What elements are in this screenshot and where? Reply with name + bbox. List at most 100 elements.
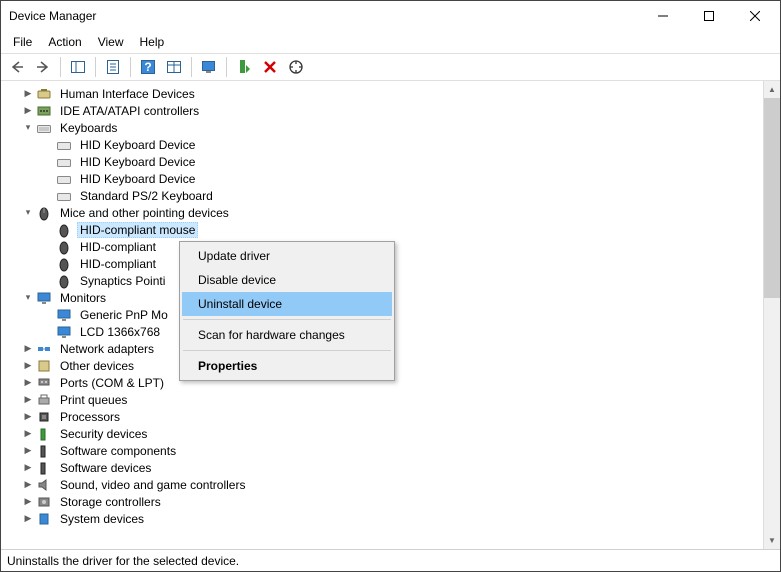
close-button[interactable] — [732, 1, 778, 31]
device-mouse-selected[interactable]: HID-compliant mouse — [1, 221, 763, 238]
collapse-icon[interactable]: ▾ — [21, 122, 35, 133]
expand-icon[interactable]: ▶ — [21, 394, 35, 405]
menubar: File Action View Help — [1, 31, 780, 53]
mouse-icon — [55, 239, 73, 255]
minimize-button[interactable] — [640, 1, 686, 31]
scroll-down-icon[interactable]: ▼ — [764, 532, 780, 549]
toolbar-separator — [95, 57, 96, 77]
device-label: Generic PnP Mo — [77, 307, 171, 323]
collapse-icon[interactable]: ▾ — [21, 207, 35, 218]
category-system[interactable]: ▶ System devices — [1, 510, 763, 527]
category-label: Print queues — [57, 392, 130, 408]
forward-button[interactable] — [31, 55, 55, 79]
keyboard-icon — [55, 154, 73, 170]
expand-icon[interactable]: ▶ — [21, 513, 35, 524]
status-text: Uninstalls the driver for the selected d… — [7, 554, 239, 568]
context-scan-hardware[interactable]: Scan for hardware changes — [182, 323, 392, 347]
category-storage[interactable]: ▶Storage controllers — [1, 493, 763, 510]
device-label: HID-compliant — [77, 256, 159, 272]
device-keyboard[interactable]: Standard PS/2 Keyboard — [1, 187, 763, 204]
device-label: HID Keyboard Device — [77, 171, 198, 187]
category-label: Human Interface Devices — [57, 86, 198, 102]
toolbar-separator — [191, 57, 192, 77]
context-separator — [183, 350, 391, 351]
titlebar: Device Manager — [1, 1, 780, 31]
close-icon — [750, 11, 760, 21]
category-label: Other devices — [57, 358, 137, 374]
scan-hardware-button[interactable] — [284, 55, 308, 79]
category-ide[interactable]: ▶ IDE ATA/ATAPI controllers — [1, 102, 763, 119]
context-menu: Update driver Disable device Uninstall d… — [179, 241, 395, 381]
svg-text:?: ? — [144, 60, 151, 74]
back-button[interactable] — [5, 55, 29, 79]
vertical-scrollbar[interactable]: ▲ ▼ — [763, 81, 780, 549]
category-label: Security devices — [57, 426, 150, 442]
menu-help[interactable]: Help — [132, 33, 173, 51]
category-label: Network adapters — [57, 341, 157, 357]
context-uninstall-device[interactable]: Uninstall device — [182, 292, 392, 316]
help-button[interactable]: ? — [136, 55, 160, 79]
category-sound[interactable]: ▶Sound, video and game controllers — [1, 476, 763, 493]
expand-icon[interactable]: ▶ — [21, 496, 35, 507]
keyboard-icon — [35, 120, 53, 136]
context-properties[interactable]: Properties — [182, 354, 392, 378]
maximize-icon — [704, 11, 714, 21]
other-icon — [35, 358, 53, 374]
update-driver-button[interactable] — [197, 55, 221, 79]
scrollbar-thumb[interactable] — [764, 98, 780, 298]
collapse-icon[interactable]: ▾ — [21, 292, 35, 303]
forward-arrow-icon — [35, 59, 51, 75]
context-disable-device[interactable]: Disable device — [182, 268, 392, 292]
category-keyboards[interactable]: ▾ Keyboards — [1, 119, 763, 136]
device-label: HID-compliant mouse — [77, 222, 198, 238]
device-keyboard[interactable]: HID Keyboard Device — [1, 153, 763, 170]
enable-device-button[interactable] — [232, 55, 256, 79]
category-label: Software devices — [57, 460, 154, 476]
menu-view[interactable]: View — [90, 33, 132, 51]
keyboard-icon — [55, 171, 73, 187]
menu-file[interactable]: File — [5, 33, 40, 51]
expand-icon[interactable]: ▶ — [21, 411, 35, 422]
expand-icon[interactable]: ▶ — [21, 479, 35, 490]
category-label: Keyboards — [57, 120, 120, 136]
uninstall-device-button[interactable] — [258, 55, 282, 79]
expand-icon[interactable]: ▶ — [21, 105, 35, 116]
expand-icon[interactable]: ▶ — [21, 428, 35, 439]
minimize-icon — [658, 11, 668, 21]
expand-icon[interactable]: ▶ — [21, 445, 35, 456]
help-icon: ? — [140, 59, 156, 75]
menu-action[interactable]: Action — [40, 33, 89, 51]
expand-icon[interactable]: ▶ — [21, 377, 35, 388]
monitor-update-icon — [201, 59, 217, 75]
context-update-driver[interactable]: Update driver — [182, 244, 392, 268]
mouse-icon — [55, 222, 73, 238]
mouse-icon — [35, 205, 53, 221]
show-hidden-button[interactable] — [162, 55, 186, 79]
category-security[interactable]: ▶ Security devices — [1, 425, 763, 442]
category-swcomp[interactable]: ▶ Software components — [1, 442, 763, 459]
expand-icon[interactable]: ▶ — [21, 462, 35, 473]
category-label: Software components — [57, 443, 179, 459]
device-keyboard[interactable]: HID Keyboard Device — [1, 136, 763, 153]
network-icon — [35, 341, 53, 357]
category-hid[interactable]: ▶ Human Interface Devices — [1, 85, 763, 102]
scroll-up-icon[interactable]: ▲ — [764, 81, 780, 98]
category-mice[interactable]: ▾ Mice and other pointing devices — [1, 204, 763, 221]
category-label: System devices — [57, 511, 147, 527]
panel-icon — [70, 59, 86, 75]
properties-button[interactable] — [101, 55, 125, 79]
mouse-icon — [55, 256, 73, 272]
expand-icon[interactable]: ▶ — [21, 360, 35, 371]
window-title: Device Manager — [9, 9, 640, 23]
category-swdev[interactable]: ▶ Software devices — [1, 459, 763, 476]
device-keyboard[interactable]: HID Keyboard Device — [1, 170, 763, 187]
device-label: HID-compliant — [77, 239, 159, 255]
category-processors[interactable]: ▶Processors — [1, 408, 763, 425]
expand-icon[interactable]: ▶ — [21, 343, 35, 354]
category-printq[interactable]: ▶ Print queues — [1, 391, 763, 408]
category-label: Ports (COM & LPT) — [57, 375, 167, 391]
expand-icon[interactable]: ▶ — [21, 88, 35, 99]
maximize-button[interactable] — [686, 1, 732, 31]
device-label: HID Keyboard Device — [77, 137, 198, 153]
show-hide-tree-button[interactable] — [66, 55, 90, 79]
